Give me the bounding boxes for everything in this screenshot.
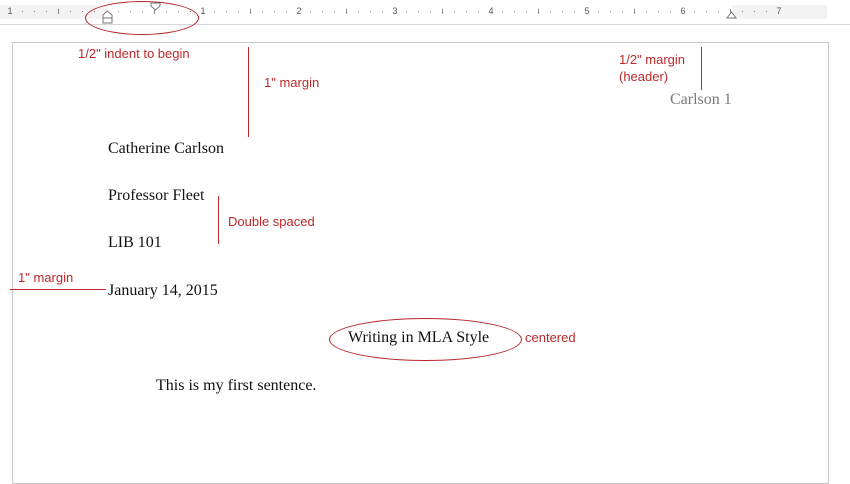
top-margin-line (248, 47, 249, 137)
annotation-top-margin: 1" margin (264, 75, 320, 90)
ruler-tick (610, 11, 611, 12)
ruler-tick (370, 11, 371, 12)
double-spaced-line (218, 196, 219, 244)
title-circle (329, 318, 522, 361)
ruler-half-tick (538, 9, 539, 14)
ruler-half-tick (250, 9, 251, 14)
ruler-label: 7 (776, 6, 782, 16)
right-indent-marker[interactable] (726, 10, 737, 19)
ruler-tick (310, 11, 311, 12)
ruler-tick (526, 11, 527, 12)
ruler-tick (706, 11, 707, 12)
ruler-tick (514, 11, 515, 12)
ruler-tick (574, 11, 575, 12)
ruler-tick (418, 11, 419, 12)
ruler-tick (598, 11, 599, 12)
ruler-tick (382, 11, 383, 12)
indent-markers-circle (85, 1, 199, 35)
ruler-label: 4 (488, 6, 494, 16)
ruler-tick (214, 11, 215, 12)
ruler-tick (46, 11, 47, 12)
ruler-tick (502, 11, 503, 12)
ruler-tick (262, 11, 263, 12)
ruler-tick (670, 11, 671, 12)
ruler-tick (334, 11, 335, 12)
ruler-half-tick (730, 9, 731, 14)
ruler-tick (322, 11, 323, 12)
ruler-tick (82, 11, 83, 12)
course-name[interactable]: LIB 101 (108, 234, 162, 252)
ruler-half-tick (58, 9, 59, 14)
ruler-label: 5 (584, 6, 590, 16)
header-margin-line (701, 47, 702, 90)
ruler-tick (718, 11, 719, 12)
left-margin-line (10, 289, 106, 290)
professor-name[interactable]: Professor Fleet (108, 187, 204, 205)
annotation-header-label: (header) (619, 69, 669, 84)
ruler-tick (646, 11, 647, 12)
ruler-tick (34, 11, 35, 12)
annotation-left-margin: 1" margin (18, 270, 74, 285)
ruler-tick (226, 11, 227, 12)
ruler-tick (430, 11, 431, 12)
ruler-tick (550, 11, 551, 12)
ruler-tick (622, 11, 623, 12)
ruler-tick (754, 11, 755, 12)
ruler-tick (454, 11, 455, 12)
ruler-tick (238, 11, 239, 12)
ruler-label: 6 (680, 6, 686, 16)
author-name[interactable]: Catherine Carlson (108, 140, 224, 158)
date-line[interactable]: January 14, 2015 (108, 282, 218, 300)
ruler-tick (694, 11, 695, 12)
ruler-tick (478, 11, 479, 12)
ruler-label: 3 (392, 6, 398, 16)
ruler-label: 1 (7, 6, 13, 16)
ruler-tick (466, 11, 467, 12)
annotation-double-spaced: Double spaced (228, 214, 315, 229)
ruler-tick (562, 11, 563, 12)
ruler-tick (658, 11, 659, 12)
ruler-tick (358, 11, 359, 12)
annotation-indent: 1/2" indent to begin (78, 46, 190, 61)
ruler-label: 1 (200, 6, 206, 16)
ruler-half-tick (346, 9, 347, 14)
ruler-tick (286, 11, 287, 12)
ruler-tick (22, 11, 23, 12)
first-sentence[interactable]: This is my first sentence. (156, 377, 316, 395)
ruler-tick (274, 11, 275, 12)
ruler-tick (766, 11, 767, 12)
ruler-label: 2 (296, 6, 302, 16)
page-header[interactable]: Carlson 1 (670, 91, 732, 109)
ruler-tick (70, 11, 71, 12)
ruler-tick (742, 11, 743, 12)
ruler-half-tick (634, 9, 635, 14)
annotation-centered: centered (525, 330, 576, 345)
annotation-header-margin: 1/2" margin (619, 52, 686, 67)
ruler-half-tick (442, 9, 443, 14)
ruler-tick (406, 11, 407, 12)
